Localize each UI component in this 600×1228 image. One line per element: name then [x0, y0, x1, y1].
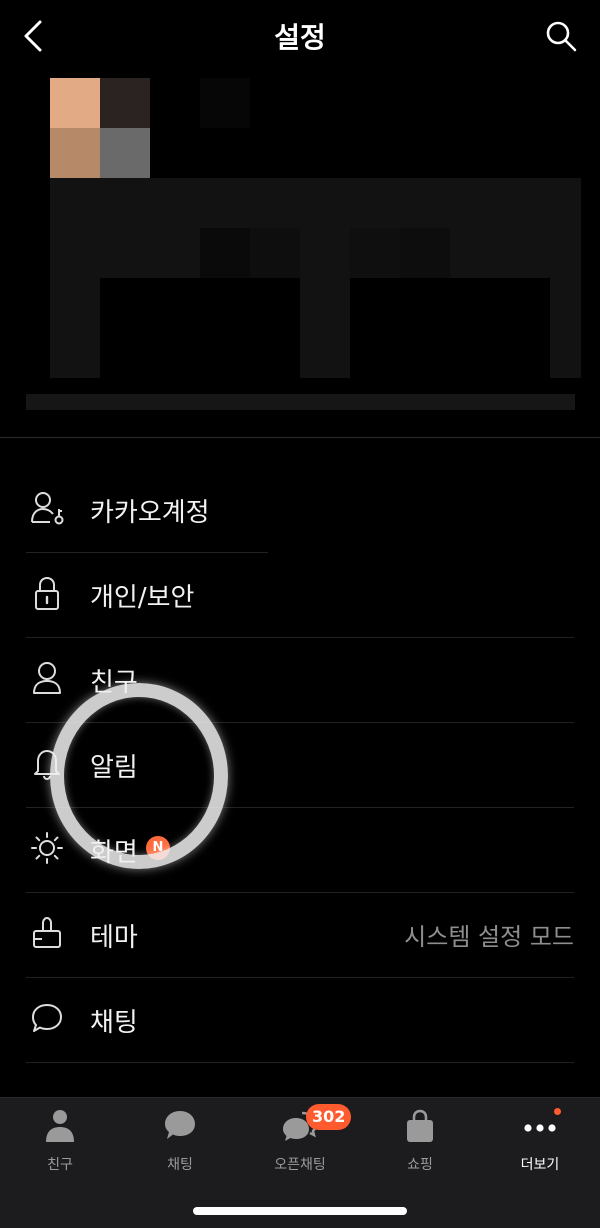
notification-dot	[554, 1108, 561, 1115]
tab-friends[interactable]: 친구	[0, 1108, 120, 1178]
home-indicator[interactable]	[193, 1207, 407, 1215]
account-key-icon	[31, 492, 64, 525]
menu-item-label: 친구	[90, 668, 138, 698]
menu-item-privacy-security[interactable]: 개인/보안	[26, 553, 574, 638]
tab-shopping[interactable]: 쇼핑	[360, 1108, 480, 1178]
person-icon	[46, 1110, 74, 1142]
search-icon[interactable]	[544, 18, 578, 54]
divider	[26, 1062, 574, 1063]
tab-label: 오픈채팅	[274, 1157, 326, 1173]
person-icon	[33, 662, 61, 694]
menu-item-theme[interactable]: 테마 시스템 설정 모드	[26, 893, 574, 978]
tab-more[interactable]: 더보기	[480, 1108, 600, 1178]
menu-item-label: 알림	[90, 753, 138, 783]
lock-icon	[35, 576, 59, 610]
brightness-icon	[31, 832, 63, 864]
menu-item-friends[interactable]: 친구	[26, 638, 574, 723]
chat-bubble-icon	[165, 1111, 195, 1139]
menu-item-display[interactable]: 화면 N	[26, 808, 574, 893]
theme-value: 시스템 설정 모드	[404, 923, 574, 951]
tab-chatting[interactable]: 채팅	[120, 1108, 240, 1178]
menu-item-label: 테마	[90, 923, 138, 953]
unread-count-badge: 302	[306, 1104, 352, 1130]
tab-label: 쇼핑	[407, 1157, 433, 1173]
chat-bubble-icon	[32, 1004, 62, 1032]
theme-brush-icon	[33, 916, 61, 948]
shopping-bag-icon	[407, 1109, 433, 1142]
tab-label: 채팅	[167, 1157, 193, 1173]
page-title: 설정	[274, 21, 326, 54]
menu-item-label: 개인/보안	[90, 583, 195, 613]
top-bar: 설정	[0, 0, 600, 72]
menu-item-notifications[interactable]: 알림	[26, 723, 574, 808]
tab-label: 친구	[47, 1157, 73, 1173]
menu-item-label: 화면	[90, 838, 138, 868]
tab-open-chat[interactable]: 302 오픈채팅	[240, 1104, 360, 1178]
section-divider	[0, 437, 600, 438]
profile-image	[50, 78, 100, 128]
menu-item-chatting[interactable]: 채팅	[26, 978, 574, 1063]
tab-label: 더보기	[520, 1157, 560, 1173]
profile-card[interactable]	[0, 72, 600, 438]
menu-item-label: 채팅	[90, 1008, 138, 1038]
bell-icon	[34, 750, 60, 781]
menu-item-label: 카카오계정	[90, 498, 210, 528]
menu-item-kakao-account[interactable]: 카카오계정	[26, 468, 574, 553]
new-badge: N	[146, 836, 170, 860]
